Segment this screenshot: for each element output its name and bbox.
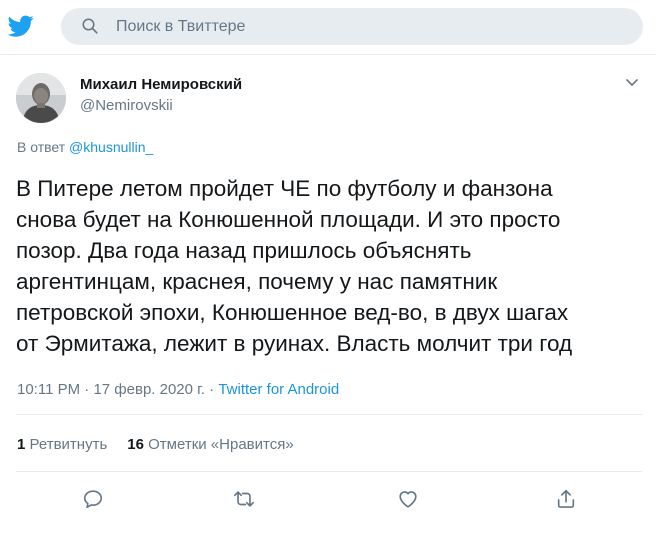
reply-to-link[interactable]: @khusnullin_ [69,139,153,155]
tweet-text: В Питере летом пройдет ЧЕ по футболу и ф… [16,176,573,356]
twitter-bird-icon[interactable] [6,13,36,39]
reply-context: В ответ @khusnullin_ [17,139,153,156]
meta-separator: · [209,381,215,398]
search-input[interactable]: Поиск в Твиттере [116,18,245,36]
retweets-label: Ретвитнуть [29,436,108,453]
tweet-stats: 1 Ретвитнуть 16 Отметки «Нравится» [17,436,294,454]
chevron-down-icon[interactable] [625,75,639,86]
tweet-date[interactable]: 17 февр. 2020 г. [93,381,205,398]
likes-count: 16 [127,436,144,453]
heart-icon[interactable] [397,488,419,510]
avatar[interactable] [16,73,66,123]
author-handle[interactable]: @Nemirovskii [80,97,173,115]
meta-separator: · [84,381,90,398]
author-name[interactable]: Михаил Немировский [80,76,242,94]
retweet-icon[interactable] [233,488,255,510]
likes-stat[interactable]: 16 Отметки «Нравится» [127,436,293,453]
tweet: Михаил Немировский @Nemirovskii В ответ … [0,54,656,534]
retweets-stat[interactable]: 1 Ретвитнуть [17,436,107,453]
tweet-source-link[interactable]: Twitter for Android [218,381,339,398]
share-icon[interactable] [555,488,577,510]
tweet-meta: 10:11 PM · 17 февр. 2020 г. · Twitter fo… [17,381,339,399]
reply-prefix: В ответ [17,139,66,155]
tweet-time[interactable]: 10:11 PM [17,381,80,398]
search-bar[interactable]: Поиск в Твиттере [61,8,643,45]
search-icon [81,17,99,35]
divider [16,414,642,415]
reply-icon[interactable] [82,488,104,510]
likes-label: Отметки «Нравится» [148,436,294,453]
divider [16,471,642,472]
top-bar: Поиск в Твиттере [0,0,656,54]
retweets-count: 1 [17,436,26,453]
